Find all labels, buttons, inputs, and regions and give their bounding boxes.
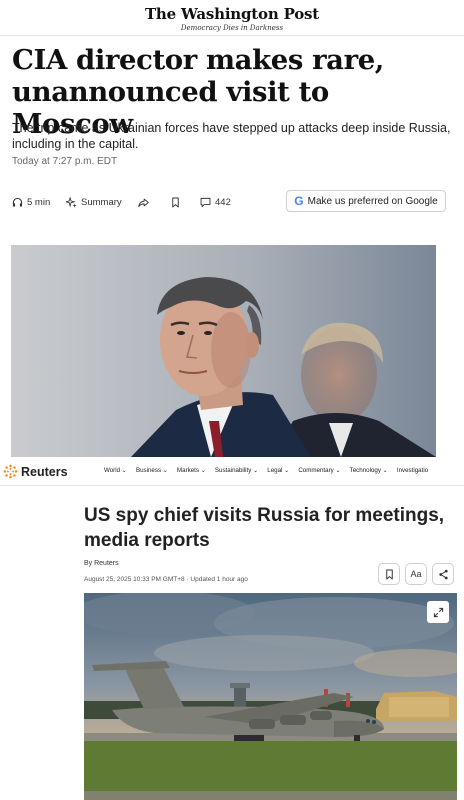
wp-logo[interactable]: The Washington Post [0,5,464,23]
comments-button[interactable]: 442 [200,190,231,214]
preferred-source-button[interactable]: G Make us preferred on Google [286,190,446,212]
reuters-logo-text: Reuters [21,464,68,479]
wp-article-photo[interactable] [11,245,436,457]
comments-count: 442 [215,196,231,208]
wp-masthead[interactable]: The Washington Post Democracy Dies in Da… [0,4,464,36]
reuters-tools: Aa [378,563,454,585]
reuters-headline-line1: US spy chief visits Russia for meetings, [84,505,445,526]
share-button[interactable] [138,190,149,214]
wp-article: The Washington Post Democracy Dies in Da… [0,0,464,460]
reuters-nav-bar: Reuters World ⌄ Business ⌄ Markets ⌄ Sus… [0,460,464,486]
reuters-bookmark-button[interactable] [378,563,400,585]
summary-button[interactable]: Summary [66,190,122,214]
summary-label: Summary [81,196,122,208]
nav-item-investigations[interactable]: Investigatio [397,467,428,474]
sparkle-icon [66,196,77,208]
bookmark-button[interactable] [170,190,181,214]
reuters-headline-line2: media reports [84,530,210,551]
google-g-icon: G [294,194,304,208]
bookmark-icon [172,197,179,207]
reuters-byline[interactable]: By Reuters [84,560,119,567]
share-icon [438,569,448,579]
wp-action-bar: 5 min Summary 442 G Make us preferred on… [10,190,454,214]
reuters-article: Reuters World ⌄ Business ⌄ Markets ⌄ Sus… [0,460,464,800]
wp-timestamp: Today at 7:27 p.m. EDT [12,156,118,167]
share-arrow-icon [138,198,149,207]
wp-dek: The trip came as Ukrainian forces have s… [12,121,451,151]
nav-item-sustainability[interactable]: Sustainability ⌄ [215,467,258,474]
reuters-logo[interactable]: Reuters [3,464,68,479]
reuters-date: August 25, 2025 10:33 PM GMT+8 · Updated… [84,576,248,583]
nav-item-technology[interactable]: Technology ⌄ [350,467,388,474]
wp-headline-line1: CIA director makes rare, [12,44,384,76]
preferred-source-label: Make us preferred on Google [307,195,438,207]
expand-photo-button[interactable] [427,601,449,623]
wp-tagline: Democracy Dies in Darkness [180,24,284,32]
read-time-button[interactable]: 5 min [12,190,50,214]
text-size-button[interactable]: Aa [405,563,427,585]
reuters-nav-menu: World ⌄ Business ⌄ Markets ⌄ Sustainabil… [104,467,428,474]
reuters-article-photo[interactable] [84,593,457,800]
nav-item-markets[interactable]: Markets ⌄ [177,467,206,474]
reuters-photo-image [84,593,457,800]
wp-photo-image [11,245,436,457]
nav-item-world[interactable]: World ⌄ [104,467,127,474]
nav-item-commentary[interactable]: Commentary ⌄ [298,467,340,474]
read-time-label: 5 min [27,196,51,208]
nav-item-legal[interactable]: Legal ⌄ [267,467,289,474]
expand-icon [433,607,443,617]
bookmark-icon [385,569,393,579]
comment-icon [200,197,211,207]
headphones-icon [12,197,23,207]
nav-item-business[interactable]: Business ⌄ [136,467,168,474]
reuters-headline: US spy chief visits Russia for meetings,… [84,503,454,553]
reuters-dots-icon [3,464,18,479]
reuters-share-button[interactable] [432,563,454,585]
